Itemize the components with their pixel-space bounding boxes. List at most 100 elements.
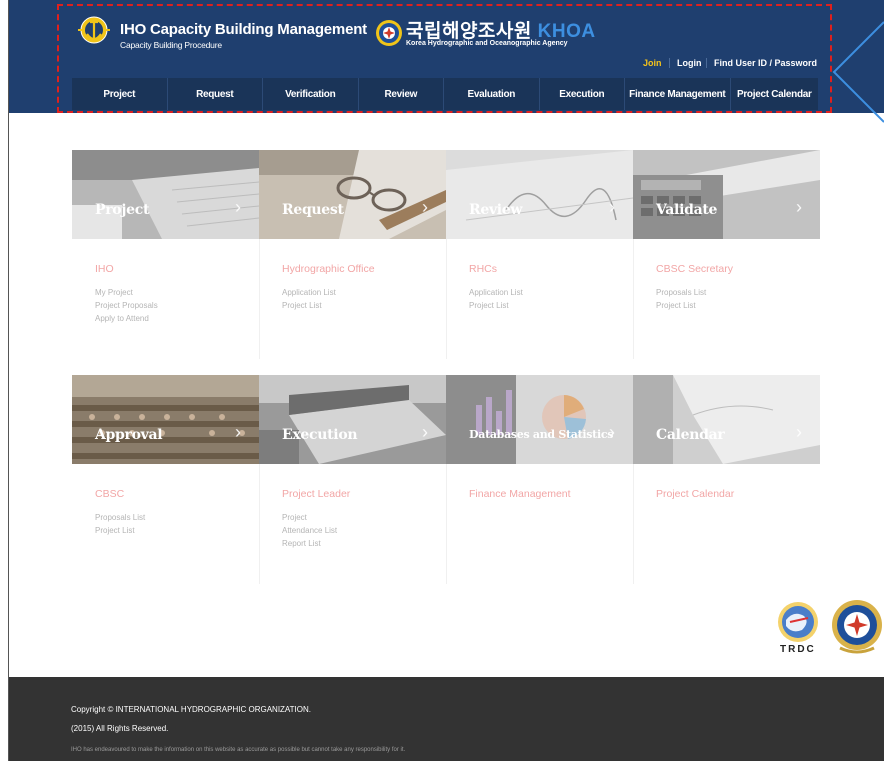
footer-rights: (2015) All Rights Reserved. xyxy=(71,724,169,733)
footer-disclaimer: IHO has endeavoured to make the informat… xyxy=(71,747,406,753)
tile-role-link[interactable]: Project Leader xyxy=(282,488,350,500)
laptop-photo-art xyxy=(259,375,446,464)
site-footer: Copyright © INTERNATIONAL HYDROGRAPHIC O… xyxy=(9,677,884,761)
tile-request[interactable]: Request › Hydrographic Office Applicatio… xyxy=(259,150,446,360)
chart-photo-icon[interactable] xyxy=(446,375,633,464)
tile-title: Review xyxy=(469,202,523,218)
chart-photo-art xyxy=(446,375,633,464)
tile-title: Request xyxy=(282,202,344,218)
tile-links: Proposals List Project List xyxy=(656,286,706,312)
tile-link-project-list[interactable]: Project List xyxy=(469,299,523,312)
keyboard-photo-art xyxy=(72,150,259,239)
laptop-photo-icon[interactable] xyxy=(259,375,446,464)
tile-title: Calendar xyxy=(656,427,725,443)
chevron-right-icon: › xyxy=(422,197,428,217)
khoa-abbreviation: KHOA xyxy=(537,21,596,42)
tile-link-proposals-list[interactable]: Proposals List xyxy=(656,286,706,299)
chevron-right-icon: › xyxy=(235,197,241,217)
header-top: IHO Capacity Building Management Capacit… xyxy=(9,0,884,72)
tile-title: Approval xyxy=(95,427,163,443)
tile-links: My Project Project Proposals Apply to At… xyxy=(95,286,158,325)
site-title[interactable]: IHO Capacity Building Management xyxy=(120,21,367,38)
assembly-photo-icon[interactable] xyxy=(72,375,259,464)
callout-pointer-icon xyxy=(832,21,884,123)
tile-link-project-list[interactable]: Project List xyxy=(282,299,336,312)
tile-links: Proposals List Project List xyxy=(95,511,145,537)
tile-review[interactable]: Review › RHCs Application List Project L… xyxy=(446,150,633,360)
tile-role-link[interactable]: CBSC xyxy=(95,488,124,500)
tile-links: Application List Project List xyxy=(282,286,336,312)
tile-project[interactable]: Project › IHO My Project Project Proposa… xyxy=(72,150,259,360)
signature-photo-icon[interactable] xyxy=(446,150,633,239)
tile-link-project[interactable]: Project xyxy=(282,511,337,524)
notebook-photo-art xyxy=(633,375,820,464)
nav-project[interactable]: Project xyxy=(72,78,167,110)
chevron-right-icon: › xyxy=(609,197,615,217)
trdc-globe-icon xyxy=(778,602,818,642)
chevron-right-icon: › xyxy=(796,422,802,442)
nav-finance-management[interactable]: Finance Management xyxy=(625,78,729,110)
chevron-right-icon: › xyxy=(609,422,615,442)
tile-link-attendance-list[interactable]: Attendance List xyxy=(282,524,337,537)
assembly-photo-art xyxy=(72,375,259,464)
tile-title: Databases and Statistics xyxy=(469,428,614,441)
khoa-name-english: Korea Hydrographic and Oceanographic Age… xyxy=(406,40,568,47)
join-link[interactable]: Join xyxy=(643,58,662,68)
tile-link-application-list[interactable]: Application List xyxy=(469,286,523,299)
tile-link-project-list[interactable]: Project List xyxy=(656,299,706,312)
login-link[interactable]: Login xyxy=(677,58,702,68)
tile-link-project-proposals[interactable]: Project Proposals xyxy=(95,299,158,312)
tile-link-apply-to-attend[interactable]: Apply to Attend xyxy=(95,312,158,325)
tile-validate[interactable]: Validate › CBSC Secretary Proposals List… xyxy=(633,150,820,360)
util-divider xyxy=(669,58,670,68)
footer-copyright: Copyright © INTERNATIONAL HYDROGRAPHIC O… xyxy=(71,705,311,714)
calculator-photo-icon[interactable] xyxy=(633,150,820,239)
tile-role-link[interactable]: RHCs xyxy=(469,263,497,275)
tile-link-proposals-list[interactable]: Proposals List xyxy=(95,511,145,524)
nav-project-calendar[interactable]: Project Calendar xyxy=(731,78,819,110)
khoa-name-korean: 국립해양조사원 KHOA xyxy=(406,16,596,43)
tile-role-link[interactable]: IHO xyxy=(95,263,114,275)
trdc-label: TRDC xyxy=(780,644,816,655)
nav-review[interactable]: Review xyxy=(359,78,444,110)
khoa-korean-text: 국립해양조사원 xyxy=(406,21,532,42)
main-nav: Project Request Verification Review Eval… xyxy=(72,78,818,110)
nav-request[interactable]: Request xyxy=(168,78,263,110)
tile-link-application-list[interactable]: Application List xyxy=(282,286,336,299)
iho-seal-icon[interactable] xyxy=(830,598,884,656)
tile-role-link[interactable]: Hydrographic Office xyxy=(282,263,375,275)
tile-links: Project Attendance List Report List xyxy=(282,511,337,550)
glasses-photo-icon[interactable] xyxy=(259,150,446,239)
tile-role-link[interactable]: Finance Management xyxy=(469,488,571,500)
chevron-right-icon: › xyxy=(796,197,802,217)
tile-divider xyxy=(259,464,260,584)
calculator-photo-art xyxy=(633,150,820,239)
glasses-photo-art xyxy=(259,150,446,239)
site-header: IHO Capacity Building Management Capacit… xyxy=(9,0,884,113)
nav-evaluation[interactable]: Evaluation xyxy=(444,78,539,110)
tile-role-link[interactable]: CBSC Secretary xyxy=(656,263,733,275)
tile-title: Execution xyxy=(282,427,358,443)
iho-anchor-logo-icon[interactable] xyxy=(77,10,111,50)
tile-role-link[interactable]: Project Calendar xyxy=(656,488,734,500)
tile-link-project-list[interactable]: Project List xyxy=(95,524,145,537)
tile-calendar[interactable]: Calendar › Project Calendar xyxy=(633,375,820,585)
trdc-logo[interactable]: TRDC xyxy=(774,600,822,656)
tile-divider xyxy=(446,239,447,359)
notebook-photo-icon[interactable] xyxy=(633,375,820,464)
chevron-right-icon: › xyxy=(235,422,241,442)
tile-databases-and-statistics[interactable]: Databases and Statistics › Finance Manag… xyxy=(446,375,633,585)
signature-photo-art xyxy=(446,150,633,239)
khoa-emblem-icon[interactable] xyxy=(375,19,403,47)
site-subtitle: Capacity Building Procedure xyxy=(120,40,222,50)
tile-execution[interactable]: Execution › Project Leader Project Atten… xyxy=(259,375,446,585)
tile-link-report-list[interactable]: Report List xyxy=(282,537,337,550)
find-user-link[interactable]: Find User ID / Password xyxy=(714,58,817,68)
tile-link-my-project[interactable]: My Project xyxy=(95,286,158,299)
tile-divider xyxy=(259,239,260,359)
tile-links: Application List Project List xyxy=(469,286,523,312)
nav-verification[interactable]: Verification xyxy=(263,78,358,110)
nav-execution[interactable]: Execution xyxy=(540,78,625,110)
keyboard-photo-icon[interactable] xyxy=(72,150,259,239)
tile-approval[interactable]: Approval › CBSC Proposals List Project L… xyxy=(72,375,259,585)
